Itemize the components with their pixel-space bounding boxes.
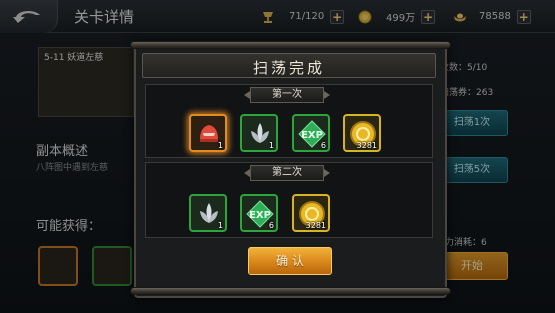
reward-item[interactable]: EXP 6 [240,194,278,232]
round-label: 第二次 [244,165,330,181]
svg-text:EXP: EXP [249,210,271,221]
item-quantity: 1 [217,141,223,150]
scroll-rod-top [130,41,451,49]
svg-text:EXP: EXP [301,130,323,141]
dialog-title: 扫荡完成 [252,59,325,77]
reward-item[interactable]: 3281 [343,114,381,152]
item-quantity: 3281 [356,141,377,150]
reward-item[interactable]: EXP 6 [292,114,330,152]
reward-item[interactable]: 1 [240,114,278,152]
item-quantity: 3281 [305,221,326,230]
item-quantity: 6 [268,221,274,230]
item-quantity: 1 [217,221,223,230]
item-quantity: 1 [268,141,274,150]
confirm-button[interactable]: 确 认 [248,247,332,275]
round-panel: 第二次 1 EXP 6 3281 [145,162,433,238]
round-label: 第一次 [244,87,330,103]
round-panel: 第一次 1 1 EXP 6 3281 [145,84,433,158]
reward-item[interactable]: 1 [189,114,227,152]
scroll-rod-bottom [130,287,451,295]
dialog-title-bar: 扫荡完成 [142,53,436,78]
item-quantity: 6 [320,141,326,150]
reward-item[interactable]: 3281 [292,194,330,232]
reward-item[interactable]: 1 [189,194,227,232]
